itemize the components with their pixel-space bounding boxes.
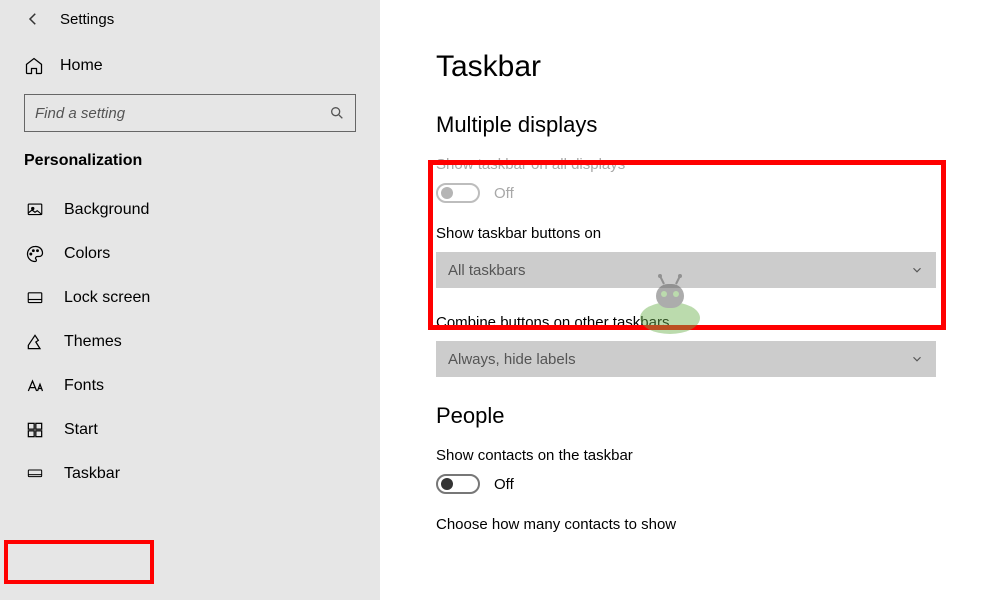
sidebar-item-label: Themes [64,333,122,351]
sidebar-item-label: Colors [64,245,110,263]
main-content: Taskbar Multiple displays Show taskbar o… [380,0,1000,600]
show-all-displays-toggle [436,183,480,203]
search-icon [329,105,345,121]
sidebar-item-taskbar[interactable]: Taskbar [0,452,380,496]
sidebar: Settings Home Personalization Background… [0,0,380,600]
home-button[interactable]: Home [0,46,380,94]
sidebar-item-label: Background [64,201,149,219]
show-buttons-label: Show taskbar buttons on [436,225,972,242]
back-arrow-icon[interactable] [24,10,42,28]
sidebar-item-label: Fonts [64,377,104,395]
sidebar-item-colors[interactable]: Colors [0,232,380,276]
home-icon [24,56,44,76]
show-all-displays-toggle-row: Off [436,183,972,203]
show-contacts-toggle[interactable] [436,474,480,494]
sidebar-item-background[interactable]: Background [0,188,380,232]
fonts-icon [24,376,46,396]
topbar: Settings [0,10,380,46]
show-all-displays-state: Off [494,185,514,202]
combine-label: Combine buttons on other taskbars [436,314,972,331]
highlight-annotation-sidebar [4,540,154,584]
sidebar-item-label: Lock screen [64,289,150,307]
sidebar-item-themes[interactable]: Themes [0,320,380,364]
chevron-down-icon [910,263,924,277]
show-buttons-dropdown[interactable]: All taskbars [436,252,936,288]
show-all-displays-label: Show taskbar on all displays [436,156,972,173]
themes-icon [24,332,46,352]
sidebar-item-label: Taskbar [64,465,120,483]
lockscreen-icon [24,288,46,308]
chevron-down-icon [910,352,924,366]
dropdown-value: Always, hide labels [448,351,576,368]
sidebar-item-lockscreen[interactable]: Lock screen [0,276,380,320]
search-input[interactable] [35,105,329,122]
sidebar-item-fonts[interactable]: Fonts [0,364,380,408]
show-contacts-toggle-row: Off [436,474,972,494]
start-icon [24,420,46,440]
choose-contacts-label: Choose how many contacts to show [436,516,972,533]
combine-dropdown[interactable]: Always, hide labels [436,341,936,377]
taskbar-icon [24,464,46,484]
search-box[interactable] [24,94,356,132]
page-title: Taskbar [436,50,972,84]
palette-icon [24,244,46,264]
settings-label: Settings [60,11,114,28]
section-heading-people: People [436,403,972,429]
toggle-knob [441,478,453,490]
sidebar-item-start[interactable]: Start [0,408,380,452]
dropdown-value: All taskbars [448,262,526,279]
home-label: Home [60,57,103,75]
show-contacts-state: Off [494,476,514,493]
section-heading-multiple-displays: Multiple displays [436,112,972,138]
sidebar-section-title: Personalization [0,152,380,188]
show-contacts-label: Show contacts on the taskbar [436,447,972,464]
picture-icon [24,200,46,220]
toggle-knob [441,187,453,199]
sidebar-item-label: Start [64,421,98,439]
